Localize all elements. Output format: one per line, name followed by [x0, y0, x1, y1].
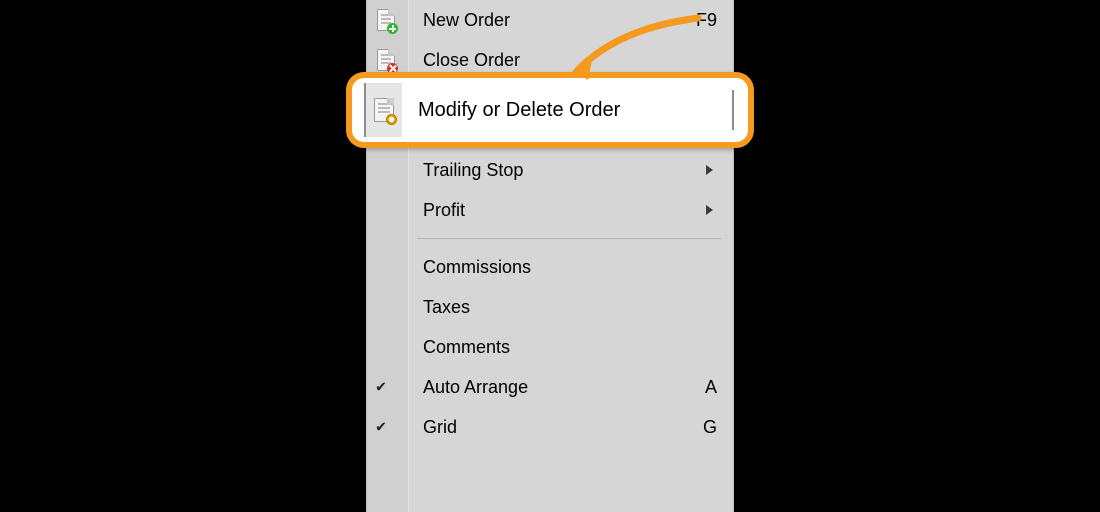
submenu-arrow-icon: [706, 165, 713, 175]
checkmark-icon: ✔: [375, 379, 387, 396]
menu-item-auto-arrange[interactable]: ✔ Auto Arrange A: [367, 367, 733, 407]
document-gear-icon: [374, 98, 394, 122]
document-close-icon: [377, 49, 395, 71]
menu-item-label: Profit: [423, 200, 706, 221]
menu-item-label: Taxes: [423, 297, 717, 318]
checkmark-icon: ✔: [375, 419, 387, 436]
menu-item-new-order[interactable]: New Order F9: [367, 0, 733, 40]
menu-item-label: Auto Arrange: [423, 377, 705, 398]
menu-item-taxes[interactable]: Taxes: [367, 287, 733, 327]
menu-item-profit[interactable]: Profit: [367, 190, 733, 230]
highlight-icon-column: [364, 83, 402, 137]
document-plus-icon: [377, 9, 395, 31]
menu-item-shortcut: A: [705, 377, 717, 398]
menu-item-modify-delete-order-highlight[interactable]: Modify or Delete Order: [346, 72, 754, 148]
highlight-right-border: [732, 90, 734, 130]
menu-item-label: Commissions: [423, 257, 717, 278]
menu-item-label: Comments: [423, 337, 717, 358]
menu-item-label: Close Order: [423, 50, 717, 71]
menu-item-comments[interactable]: Comments: [367, 327, 733, 367]
menu-item-shortcut: G: [703, 417, 717, 438]
menu-item-shortcut: F9: [696, 10, 717, 31]
submenu-arrow-icon: [706, 205, 713, 215]
menu-item-grid[interactable]: ✔ Grid G: [367, 407, 733, 447]
menu-item-trailing-stop[interactable]: Trailing Stop: [367, 150, 733, 190]
menu-item-label: New Order: [423, 10, 696, 31]
menu-item-label: Grid: [423, 417, 703, 438]
menu-item-label: Trailing Stop: [423, 160, 706, 181]
menu-item-label: Modify or Delete Order: [402, 99, 620, 122]
menu-item-commissions[interactable]: Commissions: [367, 247, 733, 287]
menu-separator: [417, 238, 721, 239]
